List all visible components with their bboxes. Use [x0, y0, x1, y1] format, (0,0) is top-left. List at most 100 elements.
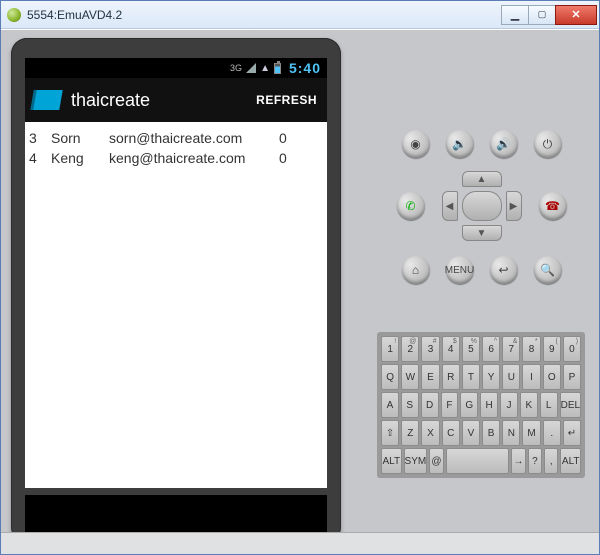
key-J[interactable]: J	[500, 392, 518, 418]
window-titlebar: 5554:EmuAVD4.2	[1, 1, 599, 29]
key-R[interactable]: R	[442, 364, 460, 390]
key-2[interactable]: 2@	[401, 336, 419, 362]
hardware-keyboard: 1!2@3#4$5%6^7&8*9(0) QWERTYUIOP ASDFGHJKLD…	[377, 332, 585, 478]
key-0[interactable]: 0)	[563, 336, 581, 362]
dpad-up[interactable]: ▲	[462, 171, 502, 187]
key-ALT[interactable]: ALT	[381, 448, 402, 474]
key-↵[interactable]: ↵	[563, 420, 581, 446]
app-logo-icon	[33, 90, 63, 110]
emulator-window: 5554:EmuAVD4.2 3G 5:40 thaicreate	[0, 0, 600, 555]
nav-home-button[interactable]	[163, 504, 189, 527]
minimize-button[interactable]	[501, 5, 529, 25]
hardware-controls: ◉ 🔉 🔊 ⏻ ✆ ▲ ▼ ◀ ▶ ☎ ⌂ MENU ↩	[384, 130, 579, 296]
menu-button[interactable]: MENU	[446, 256, 474, 284]
key-.[interactable]: .	[543, 420, 561, 446]
android-status-bar: 3G 5:40	[25, 58, 327, 78]
key-S[interactable]: S	[401, 392, 419, 418]
table-row[interactable]: 3 Sorn sorn@thaicreate.com 0	[29, 128, 323, 148]
device-screen: 3G 5:40 thaicreate REFRESH 3 Sorn sorn@t…	[25, 58, 327, 488]
battery-icon	[274, 63, 281, 74]
dpad: ✆ ▲ ▼ ◀ ▶ ☎	[397, 170, 567, 242]
app-action-bar: thaicreate REFRESH	[25, 78, 327, 122]
close-button[interactable]	[555, 5, 597, 25]
key-Z[interactable]: Z	[401, 420, 419, 446]
key-7[interactable]: 7&	[502, 336, 520, 362]
key-9[interactable]: 9(	[543, 336, 561, 362]
key-@[interactable]: @	[429, 448, 443, 474]
home-button[interactable]: ⌂	[402, 256, 430, 284]
key-F[interactable]: F	[441, 392, 459, 418]
cell-id: 4	[29, 150, 51, 166]
key-5[interactable]: 5%	[462, 336, 480, 362]
android-app-icon	[7, 8, 21, 22]
key-L[interactable]: L	[540, 392, 558, 418]
camera-button[interactable]: ◉	[402, 130, 430, 158]
dpad-right[interactable]: ▶	[506, 191, 522, 221]
key-space[interactable]	[446, 448, 510, 474]
device-frame: 3G 5:40 thaicreate REFRESH 3 Sorn sorn@t…	[11, 38, 341, 543]
key-6[interactable]: 6^	[482, 336, 500, 362]
nav-recent-button[interactable]	[264, 504, 290, 527]
key-D[interactable]: D	[421, 392, 439, 418]
key-G[interactable]: G	[460, 392, 478, 418]
cell-name: Keng	[51, 150, 109, 166]
key-→[interactable]: →	[511, 448, 525, 474]
key-DEL[interactable]: DEL	[560, 392, 581, 418]
key-4[interactable]: 4$	[442, 336, 460, 362]
network-3g-label: 3G	[230, 63, 242, 73]
window-buttons	[502, 5, 597, 25]
key-I[interactable]: I	[522, 364, 540, 390]
dpad-left[interactable]: ◀	[442, 191, 458, 221]
key-,[interactable]: ,	[544, 448, 558, 474]
key-SYM[interactable]: SYM	[404, 448, 428, 474]
cell-num: 0	[279, 130, 309, 146]
dpad-down[interactable]: ▼	[462, 225, 502, 241]
key-E[interactable]: E	[421, 364, 439, 390]
end-call-button[interactable]: ☎	[539, 192, 567, 220]
key-3[interactable]: 3#	[421, 336, 439, 362]
back-button[interactable]: ↩	[490, 256, 518, 284]
key-M[interactable]: M	[522, 420, 540, 446]
cell-id: 3	[29, 130, 51, 146]
key-U[interactable]: U	[502, 364, 520, 390]
key-⇧[interactable]: ⇧	[381, 420, 399, 446]
key-C[interactable]: C	[442, 420, 460, 446]
key-ALT[interactable]: ALT	[560, 448, 581, 474]
key-?[interactable]: ?	[528, 448, 542, 474]
key-O[interactable]: O	[543, 364, 561, 390]
key-Y[interactable]: Y	[482, 364, 500, 390]
call-button[interactable]: ✆	[397, 192, 425, 220]
control-row-bottom: ⌂ MENU ↩ 🔍	[384, 256, 579, 284]
nav-back-button[interactable]	[62, 504, 88, 527]
search-button[interactable]: 🔍	[534, 256, 562, 284]
key-N[interactable]: N	[502, 420, 520, 446]
volume-down-button[interactable]: 🔉	[446, 130, 474, 158]
key-K[interactable]: K	[520, 392, 538, 418]
key-V[interactable]: V	[462, 420, 480, 446]
refresh-button[interactable]: REFRESH	[256, 93, 317, 107]
power-button[interactable]: ⏻	[534, 130, 562, 158]
android-nav-bar	[25, 495, 327, 535]
key-8[interactable]: 8*	[522, 336, 540, 362]
key-X[interactable]: X	[421, 420, 439, 446]
key-H[interactable]: H	[480, 392, 498, 418]
app-title: thaicreate	[71, 90, 256, 111]
cell-num: 0	[279, 150, 309, 166]
key-A[interactable]: A	[381, 392, 399, 418]
key-B[interactable]: B	[482, 420, 500, 446]
cell-email: keng@thaicreate.com	[109, 150, 279, 166]
key-Q[interactable]: Q	[381, 364, 399, 390]
key-P[interactable]: P	[563, 364, 581, 390]
table-row[interactable]: 4 Keng keng@thaicreate.com 0	[29, 148, 323, 168]
status-clock: 5:40	[289, 60, 321, 76]
volume-up-button[interactable]: 🔊	[490, 130, 518, 158]
key-T[interactable]: T	[462, 364, 480, 390]
maximize-button[interactable]	[528, 5, 556, 25]
key-1[interactable]: 1!	[381, 336, 399, 362]
data-list: 3 Sorn sorn@thaicreate.com 0 4 Keng keng…	[25, 122, 327, 174]
dpad-center[interactable]	[462, 191, 502, 221]
window-title: 5554:EmuAVD4.2	[27, 8, 502, 22]
dpad-cluster: ▲ ▼ ◀ ▶	[438, 171, 526, 241]
key-W[interactable]: W	[401, 364, 419, 390]
signal-icon	[246, 63, 256, 73]
